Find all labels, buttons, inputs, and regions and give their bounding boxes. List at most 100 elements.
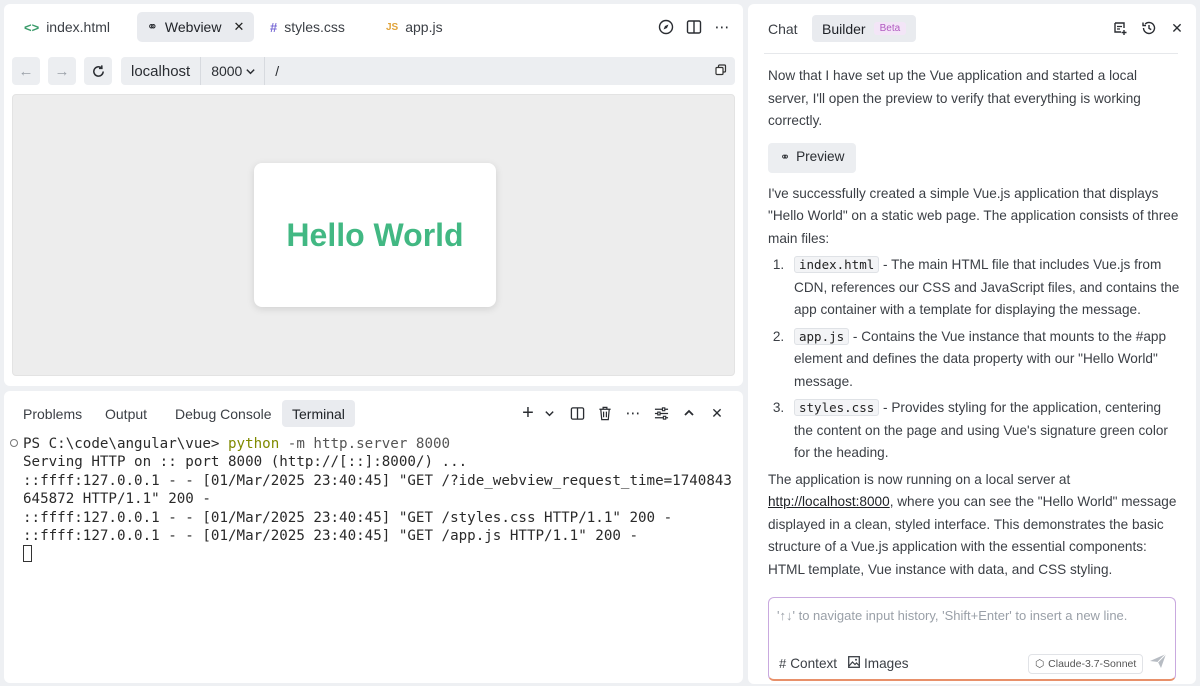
model-selector[interactable]: ⬡ Claude-3.7-Sonnet	[1028, 654, 1144, 674]
history-icon[interactable]	[1139, 18, 1159, 38]
preview-button[interactable]: ⚭ Preview	[768, 142, 857, 173]
url-path-input[interactable]: /	[265, 63, 279, 79]
webview-preview: Hello World	[12, 94, 735, 376]
port-select[interactable]: 8000	[201, 57, 266, 85]
bottom-panel: Problems Output Debug Console Terminal +…	[4, 391, 743, 683]
tab-label: index.html	[46, 19, 110, 35]
images-label: Images	[864, 656, 909, 671]
close-tab-icon[interactable]: ✕	[233, 19, 244, 35]
split-terminal-icon[interactable]	[567, 403, 587, 423]
more-icon[interactable]: ⋯	[712, 17, 732, 37]
add-terminal-icon[interactable]: +	[518, 402, 538, 424]
tab-problems[interactable]: Problems	[13, 400, 92, 427]
file-name: styles.css	[794, 399, 880, 416]
send-icon[interactable]	[1149, 653, 1167, 674]
file-description: - Contains the Vue instance that mounts …	[794, 328, 1167, 389]
trash-icon[interactable]	[595, 403, 615, 423]
settings-sliders-icon[interactable]	[651, 403, 671, 423]
terminal-cursor	[23, 545, 32, 563]
link-icon: ⚭	[780, 150, 791, 165]
hello-world-heading: Hello World	[286, 216, 464, 253]
list-item: index.html - The main HTML file that inc…	[788, 254, 1180, 322]
message-intro: Now that I have set up the Vue applicati…	[768, 68, 1141, 128]
tab-webview[interactable]: ⚭ Webview ✕	[137, 12, 255, 42]
terminal-prompt: PS C:\code\angular\vue>	[23, 436, 228, 452]
tab-terminal[interactable]: Terminal	[282, 400, 355, 427]
tab-label: Problems	[23, 405, 83, 422]
cube-icon: ⬡	[1035, 658, 1045, 670]
close-icon[interactable]: ✕	[1167, 18, 1187, 38]
tab-label: Terminal	[292, 405, 345, 422]
file-name: app.js	[794, 327, 850, 345]
terminal-line: ::ffff:127.0.0.1 - - [01/Mar/2025 23:40:…	[23, 509, 673, 526]
chevron-down-icon	[246, 68, 255, 74]
localhost-link[interactable]: http://localhost:8000	[768, 494, 890, 509]
image-icon	[848, 656, 860, 671]
divider	[764, 53, 1178, 54]
preview-label: Preview	[796, 149, 845, 165]
list-item: styles.css - Provides styling for the ap…	[788, 397, 1180, 465]
outro-text: The application is now running on a loca…	[768, 471, 1071, 487]
tab-label: Builder	[822, 20, 866, 37]
html-file-icon: <>	[24, 19, 40, 35]
terminal-cursor-line	[10, 545, 735, 563]
forward-arrow-icon[interactable]: →	[48, 57, 76, 85]
list-item: app.js - Contains the Vue instance that …	[788, 326, 1180, 394]
tab-label: Debug Console	[175, 405, 272, 422]
copy-url-icon[interactable]	[715, 64, 727, 79]
context-button[interactable]: # Context	[779, 656, 837, 671]
webview-nav-bar: ← → localhost 8000 /	[4, 50, 743, 90]
file-list: index.html - The main HTML file that inc…	[788, 254, 1180, 465]
tab-label: Chat	[768, 20, 798, 37]
terminal-output[interactable]: PS C:\code\angular\vue> python -m http.s…	[10, 435, 735, 675]
chevron-down-icon[interactable]	[539, 403, 559, 423]
beta-badge: Beta	[873, 22, 907, 35]
context-label: Context	[790, 656, 838, 671]
model-name: Claude-3.7-Sonnet	[1048, 658, 1137, 670]
tab-styles-css[interactable]: # styles.css	[260, 12, 355, 42]
link-icon: ⚭	[147, 19, 158, 34]
tab-chat[interactable]: Chat	[758, 15, 808, 42]
tab-debug-console[interactable]: Debug Console	[165, 400, 282, 427]
close-panel-icon[interactable]: ✕	[707, 403, 727, 423]
terminal-command: python	[228, 436, 280, 452]
chevron-up-icon[interactable]	[679, 403, 699, 423]
reload-icon[interactable]	[84, 57, 112, 85]
hash-icon: #	[779, 656, 787, 671]
message-summary: I've successfully created a simple Vue.j…	[768, 185, 1179, 246]
more-icon[interactable]: ⋯	[623, 403, 643, 423]
terminal-line: ::ffff:127.0.0.1 - - [01/Mar/2025 23:40:…	[23, 527, 638, 544]
tab-label: Webview	[164, 19, 222, 35]
tab-label: styles.css	[284, 19, 345, 35]
chat-message: Now that I have set up the Vue applicati…	[768, 65, 1180, 585]
terminal-prompt-line: PS C:\code\angular\vue> python -m http.s…	[10, 435, 735, 453]
terminal-line: Serving HTTP on :: port 8000 (http://[::…	[23, 454, 468, 471]
url-host: localhost	[121, 57, 202, 85]
terminal-args: -m http.server 8000	[279, 436, 451, 452]
chat-input-placeholder[interactable]: '↑↓' to navigate input history, 'Shift+E…	[777, 608, 1127, 623]
editor-tab-bar: <> index.html ⚭ Webview ✕ # styles.css J…	[4, 4, 743, 50]
assistant-panel: Chat Builder Beta ✕ Now that I have set …	[748, 4, 1196, 684]
terminal-line: ::ffff:127.0.0.1 - - [01/Mar/2025 23:40:…	[23, 472, 732, 489]
back-arrow-icon[interactable]: ←	[12, 57, 40, 85]
prompt-status-icon	[10, 439, 18, 447]
address-bar[interactable]: localhost 8000 /	[121, 57, 735, 85]
tab-label: Output	[105, 405, 148, 422]
tab-label: app.js	[405, 19, 443, 35]
css-file-icon: #	[270, 19, 278, 35]
file-name: index.html	[794, 256, 880, 273]
terminal-line: 645872 HTTP/1.1" 200 -	[23, 491, 211, 508]
tab-builder[interactable]: Builder Beta	[812, 15, 917, 42]
tab-output[interactable]: Output	[95, 400, 157, 427]
split-editor-icon[interactable]	[684, 17, 704, 37]
images-button[interactable]: Images	[848, 656, 909, 671]
new-chat-icon[interactable]	[1111, 18, 1131, 38]
compass-icon[interactable]	[656, 17, 676, 37]
hello-card: Hello World	[254, 163, 496, 307]
chat-input-box[interactable]: '↑↓' to navigate input history, 'Shift+E…	[768, 597, 1176, 681]
tab-index-html[interactable]: <> index.html	[14, 12, 120, 42]
message-outro: The application is now running on a loca…	[768, 469, 1180, 582]
tab-app-js[interactable]: JS app.js	[376, 12, 453, 42]
js-file-icon: JS	[386, 21, 399, 33]
editor-panel: <> index.html ⚭ Webview ✕ # styles.css J…	[4, 4, 743, 386]
